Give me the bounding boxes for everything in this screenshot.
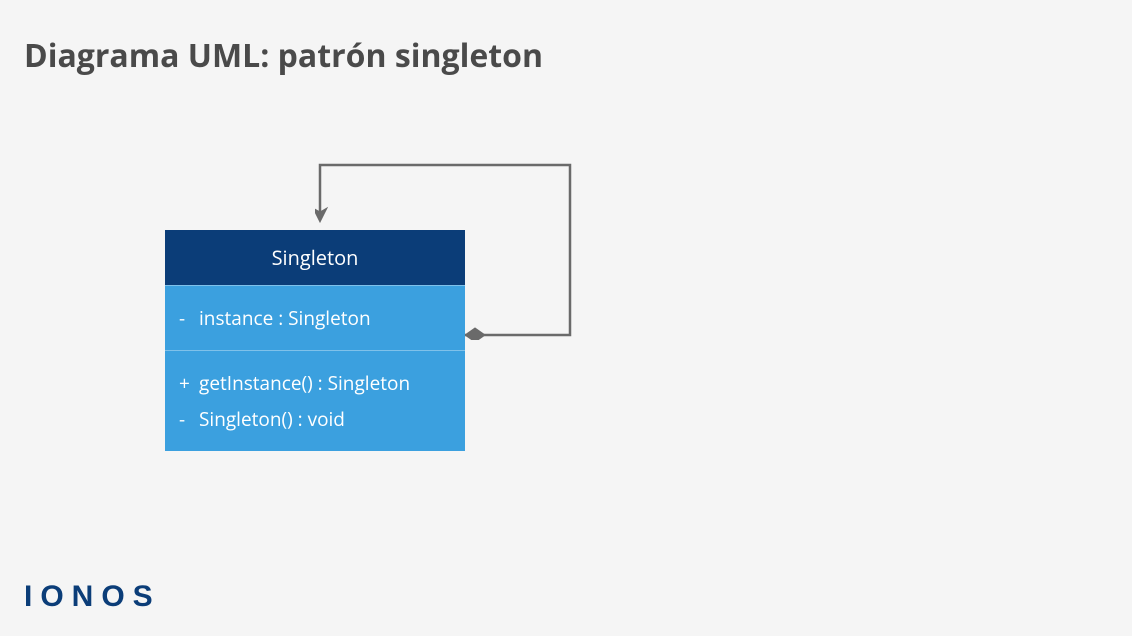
visibility-marker: - [179,300,199,336]
brand-logo: IONOS [24,580,161,614]
uml-attribute: -instance : Singleton [179,300,451,336]
uml-operation: +getInstance() : Singleton [179,365,451,401]
diagram-title: Diagrama UML: patrón singleton [24,34,543,77]
visibility-marker: - [179,401,199,437]
operation-text: Singleton() : void [199,401,345,437]
uml-operations-section: +getInstance() : Singleton -Singleton() … [165,350,465,451]
diagram-area: Singleton -instance : Singleton +getInst… [165,160,585,450]
attribute-text: instance : Singleton [199,300,371,336]
uml-class-box: Singleton -instance : Singleton +getInst… [165,230,465,451]
visibility-marker: + [179,365,199,401]
uml-operation: -Singleton() : void [179,401,451,437]
uml-attributes-section: -instance : Singleton [165,285,465,350]
operation-text: getInstance() : Singleton [199,365,410,401]
uml-class-name: Singleton [165,230,465,285]
arrowhead-icon [315,208,327,222]
aggregation-diamond-icon [465,328,485,340]
